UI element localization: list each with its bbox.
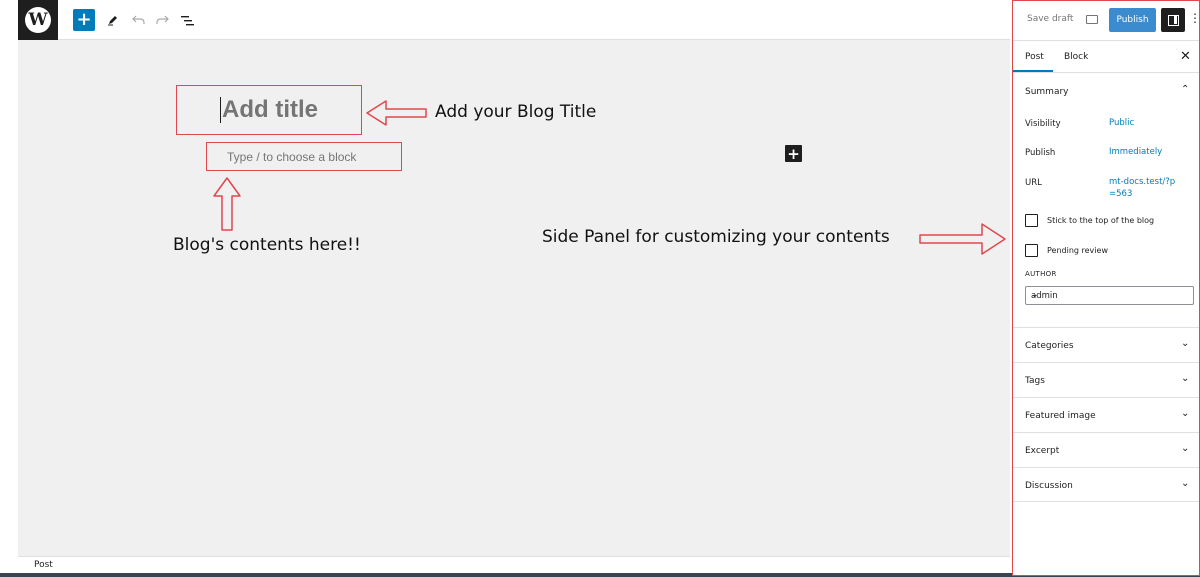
panel-tags[interactable]: Tags ⌄ — [1013, 362, 1199, 397]
url-value-link[interactable]: mt-docs.test/?p=563 — [1109, 176, 1179, 200]
panel-categories-title: Categories — [1025, 341, 1074, 351]
publish-label: Publish — [1025, 148, 1056, 158]
text-caret — [220, 97, 221, 123]
pending-review-checkbox[interactable] — [1025, 244, 1038, 257]
panel-excerpt[interactable]: Excerpt ⌄ — [1013, 432, 1199, 467]
sticky-label: Stick to the top of the blog — [1047, 216, 1155, 225]
post-title-placeholder: Add title — [222, 96, 318, 123]
settings-toggle-button[interactable] — [1161, 8, 1185, 32]
tab-post[interactable]: Post — [1025, 52, 1044, 62]
status-bar: Post — [18, 556, 1010, 574]
settings-sidebar: Save draft Publish ⋮ Post Block ✕ Summar… — [1012, 0, 1200, 576]
author-select[interactable]: admin ⌄ — [1025, 286, 1194, 305]
redo-icon[interactable] — [153, 9, 171, 31]
chevron-down-icon: ⌄ — [1181, 443, 1190, 454]
block-inserter-button[interactable]: + — [73, 9, 95, 31]
pencil-tools-icon[interactable] — [104, 9, 122, 31]
panel-annotation: Side Panel for customizing your contents — [542, 227, 890, 247]
chevron-down-icon: ⌄ — [1031, 290, 1039, 300]
undo-icon[interactable] — [129, 9, 147, 31]
content-annotation: Blog's contents here!! — [173, 235, 361, 255]
block-appender-field[interactable]: Type / to choose a block — [206, 142, 402, 171]
title-arrow-icon — [366, 100, 427, 126]
chevron-down-icon: ⌄ — [1181, 373, 1190, 384]
more-options-icon[interactable]: ⋮ — [1189, 11, 1200, 25]
chevron-down-icon: ⌄ — [1181, 408, 1190, 419]
save-draft-button[interactable]: Save draft — [1027, 14, 1073, 24]
sidebar-tabs: Post Block ✕ — [1013, 41, 1199, 73]
sticky-checkbox[interactable] — [1025, 214, 1038, 227]
sidebar-toggle-icon — [1167, 14, 1179, 26]
close-icon[interactable]: ✕ — [1180, 49, 1191, 64]
tab-block[interactable]: Block — [1064, 52, 1088, 62]
url-label: URL — [1025, 178, 1042, 188]
chevron-down-icon: ⌄ — [1181, 338, 1190, 349]
chevron-down-icon: ⌄ — [1181, 478, 1190, 489]
top-toolbar: W + — [0, 0, 1010, 40]
panel-tags-title: Tags — [1025, 376, 1045, 386]
author-label: AUTHOR — [1025, 270, 1057, 278]
panel-discussion[interactable]: Discussion ⌄ — [1013, 467, 1199, 502]
wordpress-logo-letter: W — [25, 7, 51, 33]
sidebar-header: Save draft Publish ⋮ — [1013, 1, 1200, 41]
post-title-field[interactable]: Add title — [176, 85, 362, 135]
panel-excerpt-title: Excerpt — [1025, 446, 1060, 456]
title-annotation: Add your Blog Title — [435, 102, 597, 122]
panel-discussion-title: Discussion — [1025, 481, 1073, 491]
publish-date-link[interactable]: Immediately — [1109, 146, 1197, 158]
publish-button[interactable]: Publish — [1109, 8, 1156, 32]
visibility-label: Visibility — [1025, 119, 1061, 129]
panel-featured-image[interactable]: Featured image ⌄ — [1013, 397, 1199, 432]
pending-review-label: Pending review — [1047, 246, 1108, 255]
summary-section-title[interactable]: Summary — [1025, 87, 1069, 97]
panel-arrow-icon — [919, 223, 1006, 255]
active-tab-indicator — [1013, 70, 1053, 72]
breadcrumb-post[interactable]: Post — [34, 560, 53, 570]
block-appender-placeholder: Type / to choose a block — [227, 149, 357, 164]
document-overview-icon[interactable] — [178, 9, 196, 31]
preview-icon[interactable] — [1086, 15, 1098, 24]
visibility-value-link[interactable]: Public — [1109, 117, 1197, 129]
left-margin — [0, 0, 18, 577]
panel-categories[interactable]: Categories ⌄ — [1013, 327, 1199, 362]
content-arrow-icon — [213, 177, 241, 231]
inline-add-block-button[interactable]: + — [785, 145, 802, 163]
panel-featured-image-title: Featured image — [1025, 411, 1096, 421]
wordpress-logo-icon[interactable]: W — [18, 0, 58, 40]
chevron-up-icon[interactable]: ⌃ — [1181, 84, 1189, 95]
